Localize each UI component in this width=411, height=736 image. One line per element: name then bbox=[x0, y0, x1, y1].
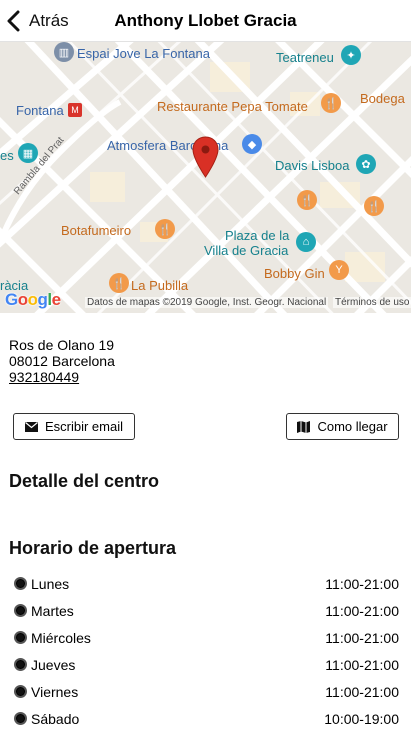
restaurant-icon[interactable]: 🍴 bbox=[155, 219, 175, 239]
day-label: Martes bbox=[31, 602, 74, 619]
day-label: Sábado bbox=[31, 710, 80, 727]
bullet-icon bbox=[14, 604, 27, 617]
time-label: 11:00-21:00 bbox=[325, 656, 399, 673]
bullet-icon bbox=[14, 577, 27, 590]
map-label: Espai Jove La Fontana bbox=[77, 46, 210, 61]
bullet-icon bbox=[14, 712, 27, 725]
time-label: 11:00-21:00 bbox=[325, 683, 399, 700]
map-label: Restaurante Pepa Tomate bbox=[157, 99, 308, 114]
email-button-label: Escribir email bbox=[44, 419, 123, 434]
map-label: es bbox=[0, 148, 14, 163]
map-label: Davis Lisboa bbox=[275, 158, 350, 173]
map-label: Bodega bbox=[360, 91, 405, 106]
day-label: Lunes bbox=[31, 575, 70, 592]
map-terms-link[interactable]: Términos de uso bbox=[333, 297, 411, 308]
map-icon bbox=[297, 420, 311, 433]
attraction-icon[interactable]: ▦ bbox=[18, 143, 38, 163]
hours-row: Martes 11:00-21:00 bbox=[14, 597, 399, 624]
email-button[interactable]: Escribir email bbox=[13, 413, 135, 440]
map-label: Villa de Gracia bbox=[204, 243, 289, 258]
envelope-icon bbox=[24, 421, 38, 432]
landmark-icon[interactable]: ⌂ bbox=[296, 232, 316, 252]
hours-row: Lunes 11:00-21:00 bbox=[14, 570, 399, 597]
day-label: Viernes bbox=[31, 683, 79, 700]
bullet-icon bbox=[14, 631, 27, 644]
time-label: 11:00-21:00 bbox=[325, 575, 399, 592]
day-label: Miércoles bbox=[31, 629, 91, 646]
map-label: Fontana bbox=[16, 103, 64, 118]
cafe-icon[interactable]: ✿ bbox=[356, 154, 376, 174]
address-block: Ros de Olano 19 08012 Barcelona 93218044… bbox=[9, 337, 115, 385]
shopping-icon[interactable]: ◆ bbox=[242, 134, 262, 154]
time-label: 11:00-21:00 bbox=[325, 629, 399, 646]
day-label: Jueves bbox=[31, 656, 76, 673]
map-label: La Pubilla bbox=[131, 278, 189, 293]
hours-list: Lunes 11:00-21:00 Martes 11:00-21:00 Mié… bbox=[14, 570, 399, 732]
time-label: 10:00-19:00 bbox=[324, 710, 399, 727]
map-label: Bobby Gin bbox=[264, 266, 325, 281]
bullet-icon bbox=[14, 685, 27, 698]
location-pin-icon[interactable] bbox=[192, 136, 219, 178]
hours-row: Sábado 10:00-19:00 bbox=[14, 705, 399, 732]
street-address: Ros de Olano 19 bbox=[9, 337, 115, 353]
map-label: Plaza de la bbox=[225, 228, 290, 243]
hours-row: Viernes 11:00-21:00 bbox=[14, 678, 399, 705]
map-attribution: Datos de mapas ©2019 Google, Inst. Geogr… bbox=[85, 297, 329, 308]
restaurant-icon[interactable]: 🍴 bbox=[321, 93, 341, 113]
hours-row: Miércoles 11:00-21:00 bbox=[14, 624, 399, 651]
bar-icon[interactable]: Y bbox=[329, 260, 349, 280]
restaurant-icon[interactable]: 🍴 bbox=[297, 190, 317, 210]
phone-link[interactable]: 932180449 bbox=[9, 369, 115, 385]
directions-button[interactable]: Como llegar bbox=[286, 413, 399, 440]
city-address: 08012 Barcelona bbox=[9, 353, 115, 369]
map-label: Teatreneu bbox=[276, 50, 334, 65]
hours-row: Jueves 11:00-21:00 bbox=[14, 651, 399, 678]
metro-icon[interactable]: M bbox=[68, 103, 82, 117]
restaurant-icon[interactable]: 🍴 bbox=[109, 273, 129, 293]
restaurant-icon[interactable]: 🍴 bbox=[364, 196, 384, 216]
top-bar: Atrás Anthony Llobet Gracia bbox=[0, 0, 411, 42]
map-view[interactable]: ▥ ✦ M 🍴 ▦ ◆ ✿ 🍴 🍴 🍴 ⌂ Y 🍴 Espai Jove La … bbox=[0, 42, 411, 313]
page-title: Anthony Llobet Gracia bbox=[114, 11, 297, 30]
directions-button-label: Como llegar bbox=[317, 419, 388, 434]
theater-icon[interactable]: ✦ bbox=[341, 45, 361, 65]
google-logo: Google bbox=[5, 290, 61, 309]
hours-heading: Horario de apertura bbox=[9, 538, 177, 558]
time-label: 11:00-21:00 bbox=[325, 602, 399, 619]
landmark-icon[interactable]: ▥ bbox=[54, 42, 74, 62]
map-label: Botafumeiro bbox=[61, 223, 132, 238]
bullet-icon bbox=[14, 658, 27, 671]
detail-heading: Detalle del centro bbox=[9, 471, 160, 491]
